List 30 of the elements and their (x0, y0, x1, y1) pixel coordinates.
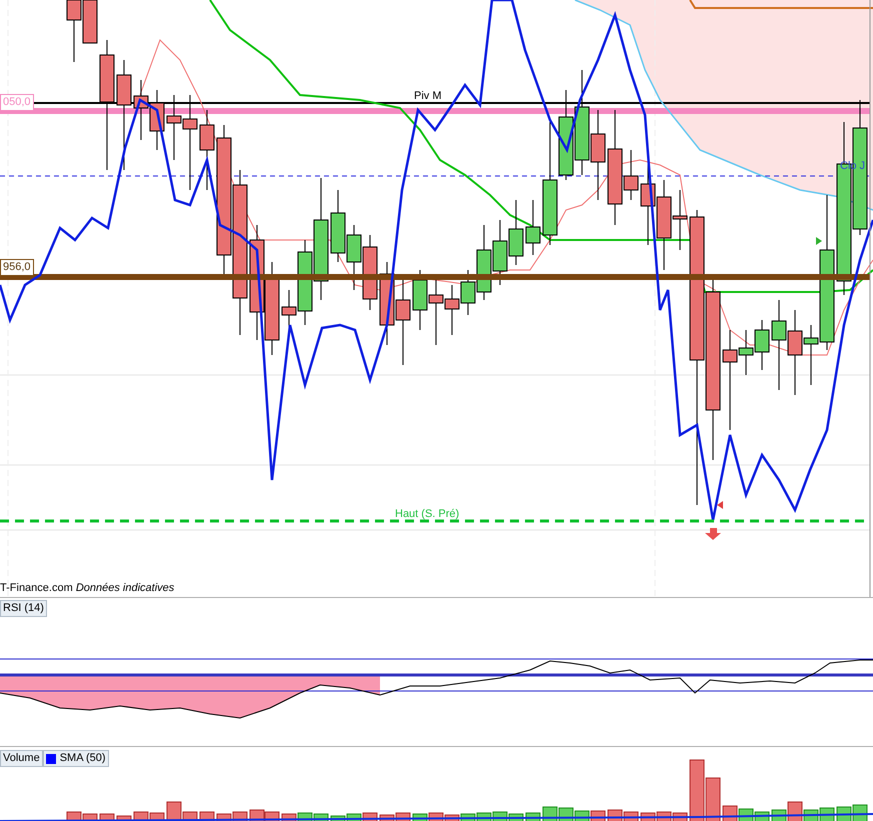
down-arrow-icon (705, 528, 721, 540)
candle-wick (810, 324, 812, 386)
rsi-legend: RSI (14) (0, 600, 47, 617)
line-label: Haut (S. Pré) (395, 508, 460, 521)
volume-bar (706, 778, 720, 821)
candle-body (508, 228, 524, 256)
line-label: Piv M (414, 90, 442, 103)
volume-bar (66, 812, 82, 821)
legend-text: Volume (3, 751, 40, 766)
candle-body (772, 320, 786, 340)
candle-wick (532, 200, 534, 256)
candle-wick (630, 150, 632, 200)
marker-icon (816, 237, 822, 245)
candle-body (526, 226, 540, 244)
candle-body (182, 118, 198, 130)
candle-body (200, 124, 214, 150)
candle-wick (140, 80, 142, 140)
volume-bar (116, 816, 132, 821)
candle-body (100, 54, 114, 102)
volume-bar (690, 760, 704, 821)
price-label: 050,0 (0, 94, 34, 111)
candle-body (314, 220, 328, 282)
candle-body (492, 240, 508, 272)
legend-text: SMA (50) (60, 751, 106, 766)
source-note: T-Finance.com Données indicatives (0, 580, 174, 596)
price-label: 956,0 (0, 259, 34, 276)
volume-bar (134, 812, 148, 821)
marker-icon (717, 501, 723, 509)
candle-body (116, 74, 132, 106)
candle-body (542, 180, 558, 236)
